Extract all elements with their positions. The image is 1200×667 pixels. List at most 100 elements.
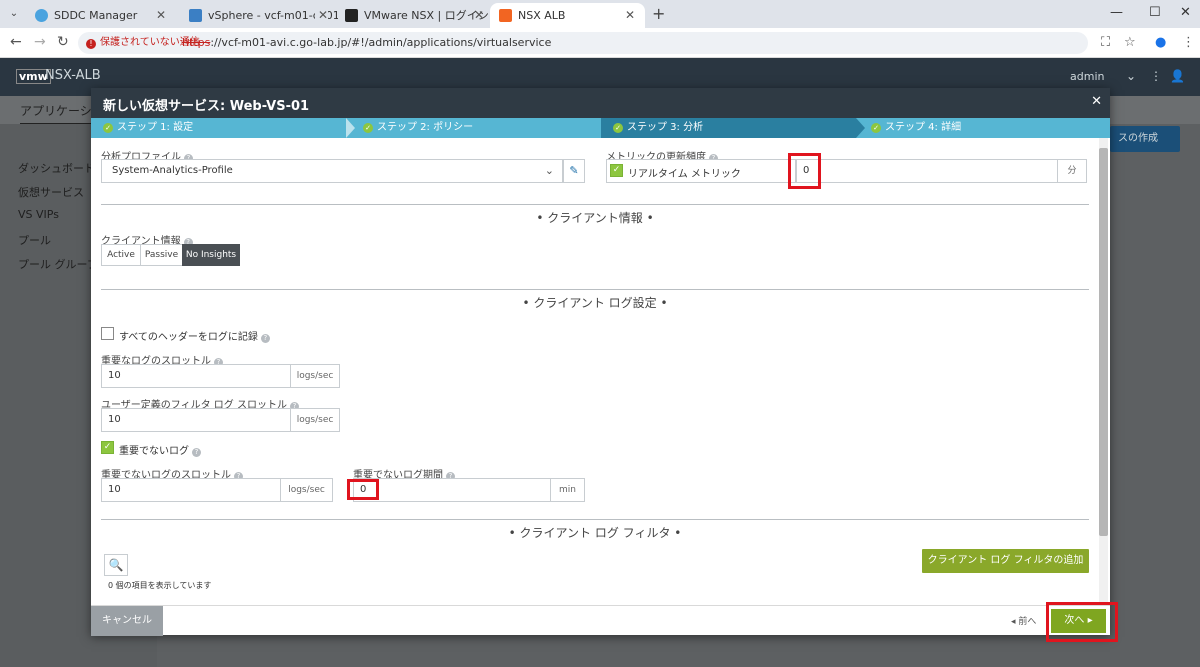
edit-profile-button[interactable]: ✎ xyxy=(563,159,585,183)
minimize-icon[interactable]: — xyxy=(1110,5,1123,20)
new-virtual-service-modal: 新しい仮想サービス: Web-VS-01 ✕ ✓ ステップ 1: 設定 ✓ ステップ… xyxy=(91,88,1110,636)
items-count: 0 個の項目を表示しています xyxy=(108,581,212,590)
browser-tab-vsphere[interactable]: vSphere - vcf-m01-dc01 - サマリ ✕ xyxy=(180,3,338,28)
client-log-section-title: • クライアント ログ設定 • xyxy=(522,296,668,310)
search-button[interactable]: 🔍 xyxy=(104,554,128,576)
prev-button[interactable]: ◂ 前へ xyxy=(1011,614,1036,627)
non-significant-duration-input[interactable]: 0 xyxy=(353,478,551,502)
browser-tabbar: ⌄ SDDC Manager ✕ vSphere - vcf-m01-dc01 … xyxy=(0,0,1200,28)
step-advanced[interactable]: ✓ ステップ 4: 詳細 xyxy=(859,118,1110,138)
back-icon[interactable]: ← xyxy=(10,34,22,50)
help-icon[interactable]: ? xyxy=(192,448,201,457)
url-text[interactable]: https://vcf-m01-avi.c.go-lab.jp/#!/admin… xyxy=(182,36,551,50)
log-all-headers-label: すべてのヘッダーをログに記録? xyxy=(119,328,270,343)
section-divider xyxy=(101,204,1089,205)
sidebar-item-vs-vips: VS VIPs xyxy=(18,208,59,221)
analytics-profile-value: System-Analytics-Profile xyxy=(112,165,233,176)
sddc-favicon-icon xyxy=(35,9,48,22)
sidebar-item-virtual-services: 仮想サービス xyxy=(18,186,84,199)
chevron-down-icon: ⌄ xyxy=(544,164,554,177)
modal-title: 新しい仮想サービス: Web-VS-01 xyxy=(103,99,310,114)
new-tab-icon[interactable]: + xyxy=(652,5,665,23)
wizard-steps: ✓ ステップ 1: 設定 ✓ ステップ 2: ポリシー ✓ ステップ 3: 分析 ✓ ス… xyxy=(91,118,1110,138)
user-menu[interactable]: admin xyxy=(1070,70,1104,83)
close-icon[interactable]: ✕ xyxy=(474,3,484,28)
section-divider xyxy=(101,289,1089,290)
non-significant-logs-label: 重要でないログ? xyxy=(119,442,201,457)
create-vs-button: スの作成 xyxy=(1110,126,1180,152)
significant-log-throttle-input[interactable]: 10 xyxy=(101,364,291,388)
browser-tab-nsx-alb[interactable]: NSX ALB ✕ xyxy=(490,3,645,28)
warning-icon: ! xyxy=(86,39,96,49)
address-bar[interactable]: ! 保護されていない通信 https://vcf-m01-avi.c.go-lab… xyxy=(78,32,1088,54)
filtered-log-throttle-unit: logs/sec xyxy=(290,408,340,432)
check-icon: ✓ xyxy=(363,123,373,133)
analytics-profile-select[interactable]: System-Analytics-Profile ⌄ xyxy=(101,159,563,183)
profile-icon[interactable]: ● xyxy=(1155,35,1166,50)
client-info-section-title: • クライアント情報 • xyxy=(536,211,654,225)
pencil-icon: ✎ xyxy=(569,164,579,177)
window-close-icon[interactable]: ✕ xyxy=(1180,5,1191,20)
close-icon[interactable]: ✕ xyxy=(625,3,635,28)
bookmark-star-icon[interactable]: ☆ xyxy=(1124,35,1136,50)
tab-label: VMware NSX | ログイン xyxy=(364,9,489,22)
highlight-box xyxy=(788,153,821,189)
maximize-icon[interactable]: ☐ xyxy=(1149,5,1161,20)
forward-icon[interactable]: → xyxy=(34,34,46,50)
close-icon[interactable]: ✕ xyxy=(156,3,166,28)
modal-header: 新しい仮想サービス: Web-VS-01 ✕ xyxy=(91,88,1110,118)
modal-body: 分析プロファイル? System-Analytics-Profile ⌄ ✎ メ… xyxy=(91,138,1110,605)
close-icon[interactable]: ✕ xyxy=(1091,94,1102,109)
client-info-passive[interactable]: Passive xyxy=(140,244,183,266)
tab-search-icon[interactable]: ⌄ xyxy=(6,6,22,22)
modal-footer: キャンセル ◂ 前へ 次へ ▸ xyxy=(91,605,1110,636)
search-icon: 🔍 xyxy=(108,558,124,572)
highlight-box xyxy=(1046,602,1118,642)
step-settings[interactable]: ✓ ステップ 1: 設定 xyxy=(91,118,346,138)
tab-label: NSX ALB xyxy=(518,9,566,22)
sidebar-item-pools: プール xyxy=(18,234,51,247)
realtime-metrics-label: リアルタイム メトリック xyxy=(628,169,741,180)
log-all-headers-checkbox[interactable] xyxy=(101,327,114,340)
client-info-no-insights[interactable]: No Insights xyxy=(182,244,240,266)
sidebar-item-pool-groups: プール グループ xyxy=(18,258,98,271)
nsx-favicon-icon xyxy=(345,9,358,22)
section-divider xyxy=(101,519,1089,520)
reload-icon[interactable]: ↻ xyxy=(57,34,69,50)
non-significant-throttle-input[interactable]: 10 xyxy=(101,478,281,502)
user-icon[interactable]: 👤 xyxy=(1170,69,1185,83)
help-icon[interactable]: ? xyxy=(260,334,270,343)
non-significant-logs-checkbox[interactable]: ✓ xyxy=(101,441,114,454)
check-icon: ✓ xyxy=(103,123,113,133)
cancel-button[interactable]: キャンセル xyxy=(91,606,163,636)
highlight-box xyxy=(347,479,379,500)
client-log-filter-section-title: • クライアント ログ フィルタ • xyxy=(508,526,682,540)
chevron-down-icon[interactable]: ⌄ xyxy=(1126,69,1136,83)
check-icon: ✓ xyxy=(871,123,881,133)
client-info-active[interactable]: Active xyxy=(101,244,141,266)
non-significant-throttle-unit: logs/sec xyxy=(280,478,333,502)
check-icon: ✓ xyxy=(613,123,623,133)
avi-favicon-icon xyxy=(499,9,512,22)
vsphere-favicon-icon xyxy=(189,9,202,22)
app-title: NSX-ALB xyxy=(45,68,101,83)
non-significant-duration-unit: min xyxy=(550,478,585,502)
browser-toolbar: ← → ↻ ! 保護されていない通信 https://vcf-m01-avi.c.… xyxy=(0,28,1200,58)
metric-frequency-input[interactable]: 0 xyxy=(796,159,1058,183)
metric-frequency-unit: 分 xyxy=(1057,159,1087,183)
step-analytics[interactable]: ✓ ステップ 3: 分析 xyxy=(601,118,856,138)
tab-label: SDDC Manager xyxy=(54,9,138,22)
filtered-log-throttle-input[interactable]: 10 xyxy=(101,408,291,432)
significant-log-throttle-unit: logs/sec xyxy=(290,364,340,388)
close-icon[interactable]: ✕ xyxy=(314,3,328,28)
translate-icon[interactable]: ⛶ xyxy=(1101,35,1110,50)
step-policy[interactable]: ✓ ステップ 2: ポリシー xyxy=(351,118,599,138)
browser-tab-nsx[interactable]: VMware NSX | ログイン ✕ xyxy=(336,3,494,28)
add-client-log-filter-button[interactable]: クライアント ログ フィルタの追加 xyxy=(922,549,1089,573)
sidebar-item-dashboard: ダッシュボード xyxy=(18,162,95,175)
browser-tab-sddc[interactable]: SDDC Manager ✕ xyxy=(26,3,176,28)
realtime-metrics-checkbox[interactable]: ✓ xyxy=(610,164,623,177)
scrollbar-thumb[interactable] xyxy=(1099,148,1108,536)
more-icon[interactable]: ⋮ xyxy=(1150,69,1162,83)
browser-menu-icon[interactable]: ⋮ xyxy=(1182,35,1195,50)
